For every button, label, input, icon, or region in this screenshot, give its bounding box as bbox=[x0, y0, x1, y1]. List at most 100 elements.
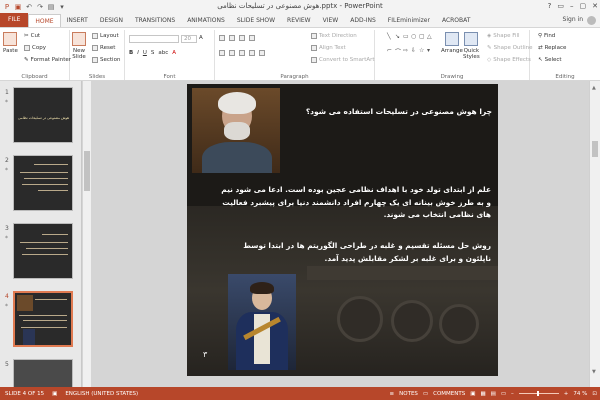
help-button[interactable]: ? bbox=[548, 0, 552, 13]
tab-file[interactable]: FILE bbox=[0, 13, 29, 27]
align-left-icon[interactable] bbox=[219, 50, 225, 56]
tab-view[interactable]: VIEW bbox=[317, 14, 345, 27]
shape-outline-button[interactable]: ✎ Shape Outline bbox=[487, 45, 532, 51]
tab-animations[interactable]: ANIMATIONS bbox=[181, 14, 231, 27]
line-spacing-icon[interactable] bbox=[249, 35, 255, 41]
reading-view-icon[interactable]: ▤ bbox=[491, 391, 496, 397]
font-size-field[interactable]: 20 bbox=[181, 35, 197, 43]
maximize-button[interactable]: ▢ bbox=[580, 0, 587, 13]
triangle-shape-icon[interactable]: △ bbox=[427, 33, 434, 46]
bold-button[interactable]: B bbox=[129, 50, 133, 56]
grow-font-button[interactable]: A bbox=[199, 35, 203, 41]
quick-styles-button[interactable]: Quick Styles bbox=[463, 32, 480, 60]
numbering-icon[interactable] bbox=[229, 35, 235, 41]
bullets-icon[interactable] bbox=[219, 35, 225, 41]
slideshow-view-icon[interactable]: ▭ bbox=[501, 391, 506, 397]
new-slide-button[interactable]: New Slide bbox=[72, 32, 86, 60]
tab-review[interactable]: REVIEW bbox=[281, 14, 317, 27]
align-center-icon[interactable] bbox=[229, 50, 235, 56]
align-right-icon[interactable] bbox=[239, 50, 245, 56]
more-shapes-icon[interactable]: ▾ bbox=[427, 47, 434, 62]
shape-effects-button[interactable]: ◇ Shape Effects bbox=[487, 57, 531, 63]
ribbon-display-button[interactable]: ▭ bbox=[557, 0, 564, 13]
align-text-button[interactable]: Align Text bbox=[311, 45, 346, 51]
scroll-down-icon[interactable]: ▼ bbox=[592, 369, 596, 375]
zoom-level[interactable]: 74 % bbox=[573, 391, 587, 397]
slide-thumbnail-3[interactable] bbox=[13, 223, 73, 279]
shadow-button[interactable]: S bbox=[151, 50, 155, 56]
slide-thumbnail-5[interactable] bbox=[13, 359, 73, 387]
strike-button[interactable]: abc bbox=[158, 50, 168, 56]
minimize-button[interactable]: – bbox=[570, 0, 574, 13]
arrange-button[interactable]: Arrange bbox=[441, 32, 463, 54]
tab-fileminimizer[interactable]: FILEminimizer bbox=[382, 14, 436, 27]
reset-button[interactable]: Reset bbox=[92, 45, 115, 51]
copy-button[interactable]: Copy bbox=[24, 45, 46, 51]
paste-button[interactable]: Paste bbox=[3, 32, 18, 54]
find-button[interactable]: ⚲ Find bbox=[538, 33, 555, 39]
replace-button[interactable]: ⇄ Replace bbox=[538, 45, 566, 51]
arrow-right-icon[interactable]: ⇨ bbox=[403, 47, 410, 62]
tab-acrobat[interactable]: ACROBAT bbox=[436, 14, 477, 27]
slide-title[interactable]: چرا هوش مصنوعی در تسلیحات استفاده می شود… bbox=[287, 107, 492, 116]
notes-button[interactable]: NOTES bbox=[399, 391, 418, 397]
convert-smartart-button[interactable]: Convert to SmartArt bbox=[311, 57, 375, 63]
tab-home[interactable]: HOME bbox=[28, 14, 61, 27]
tab-insert[interactable]: INSERT bbox=[61, 14, 94, 27]
arrow-shape-icon[interactable]: ↘ bbox=[395, 33, 402, 46]
tab-add-ins[interactable]: ADD-INS bbox=[344, 14, 382, 27]
scroll-up-icon[interactable]: ▲ bbox=[592, 85, 596, 91]
shape-fill-button[interactable]: ◈ Shape Fill bbox=[487, 33, 520, 39]
current-slide[interactable]: چرا هوش مصنوعی در تسلیحات استفاده می شود… bbox=[187, 84, 498, 376]
cut-button[interactable]: ✂ Cut bbox=[24, 33, 40, 39]
indent-icon[interactable] bbox=[239, 35, 245, 41]
star-shape-icon[interactable]: ☆ bbox=[419, 47, 426, 62]
text-direction-button[interactable]: Text Direction bbox=[311, 33, 357, 39]
italic-button[interactable]: I bbox=[137, 50, 139, 56]
rect-shape-icon[interactable]: ▭ bbox=[403, 33, 410, 46]
slide-thumbnail-1[interactable]: هوش مصنوعی در تسلیحات نظامی bbox=[13, 87, 73, 143]
editor-scrollbar[interactable]: ▲ ▼ bbox=[589, 81, 600, 387]
normal-view-icon[interactable]: ▣ bbox=[470, 391, 475, 397]
tab-transitions[interactable]: TRANSITIONS bbox=[129, 14, 181, 27]
format-painter-button[interactable]: ✎ Format Painter bbox=[24, 57, 71, 63]
comments-button[interactable]: COMMENTS bbox=[433, 391, 465, 397]
zoom-out-icon[interactable]: – bbox=[511, 391, 514, 397]
section-button[interactable]: Section bbox=[92, 57, 120, 63]
curve-shape-icon[interactable]: ⌒ bbox=[395, 47, 402, 62]
close-button[interactable]: ✕ bbox=[592, 0, 598, 13]
zoom-in-icon[interactable]: + bbox=[564, 391, 569, 397]
status-right: ≡ NOTES ▭ COMMENTS ▣ ▦ ▤ ▭ – + 74 % ⊡ bbox=[390, 387, 597, 400]
font-color-icon[interactable]: A bbox=[172, 50, 176, 56]
slide-paragraph-1[interactable]: علم از ابتدای تولد خود با اهداف نظامی عج… bbox=[217, 184, 491, 222]
line-shape-icon[interactable]: ╲ bbox=[387, 33, 394, 46]
proofing-icon[interactable]: ▣ bbox=[49, 391, 60, 397]
fit-slide-icon[interactable]: ⊡ bbox=[592, 391, 597, 397]
select-button[interactable]: ↖ Select bbox=[538, 57, 562, 63]
paragraph-label: Paragraph bbox=[280, 74, 309, 80]
slide-paragraph-2[interactable]: روش حل مسئله تقسیم و غلبه در طراحی الگور… bbox=[217, 240, 491, 265]
slide-sorter-icon[interactable]: ▦ bbox=[480, 391, 485, 397]
underline-button[interactable]: U bbox=[143, 50, 147, 56]
bent-line-icon[interactable]: ⌐ bbox=[387, 47, 394, 62]
avatar-icon[interactable] bbox=[587, 15, 596, 25]
layout-button[interactable]: Layout bbox=[92, 33, 119, 39]
slide-thumbnail-4-selected[interactable] bbox=[13, 291, 73, 347]
thumbnails-scrollbar[interactable] bbox=[83, 81, 91, 387]
justify-icon[interactable] bbox=[249, 50, 255, 56]
sign-in-link[interactable]: Sign in bbox=[563, 14, 583, 26]
language-indicator[interactable]: ENGLISH (UNITED STATES) bbox=[60, 391, 143, 397]
slide-thumbnail-2[interactable] bbox=[13, 155, 73, 211]
tab-slide-show[interactable]: SLIDE SHOW bbox=[231, 14, 281, 27]
drawing-label: Drawing bbox=[440, 74, 464, 80]
shapes-gallery[interactable]: ╲ ↘ ▭ ○ ▢ △ ⌐ ⌒ ⇨ ⇩ ☆ ▾ bbox=[387, 33, 435, 61]
arrow-down-icon[interactable]: ⇩ bbox=[411, 47, 418, 62]
font-name-field[interactable] bbox=[129, 35, 179, 43]
tab-design[interactable]: DESIGN bbox=[94, 14, 129, 27]
zoom-slider[interactable] bbox=[518, 391, 559, 396]
rect2-shape-icon[interactable]: ▢ bbox=[419, 33, 426, 46]
oval-shape-icon[interactable]: ○ bbox=[411, 33, 418, 46]
align-buttons bbox=[219, 50, 265, 56]
columns-icon[interactable] bbox=[259, 50, 265, 56]
smartart-icon bbox=[311, 57, 317, 63]
